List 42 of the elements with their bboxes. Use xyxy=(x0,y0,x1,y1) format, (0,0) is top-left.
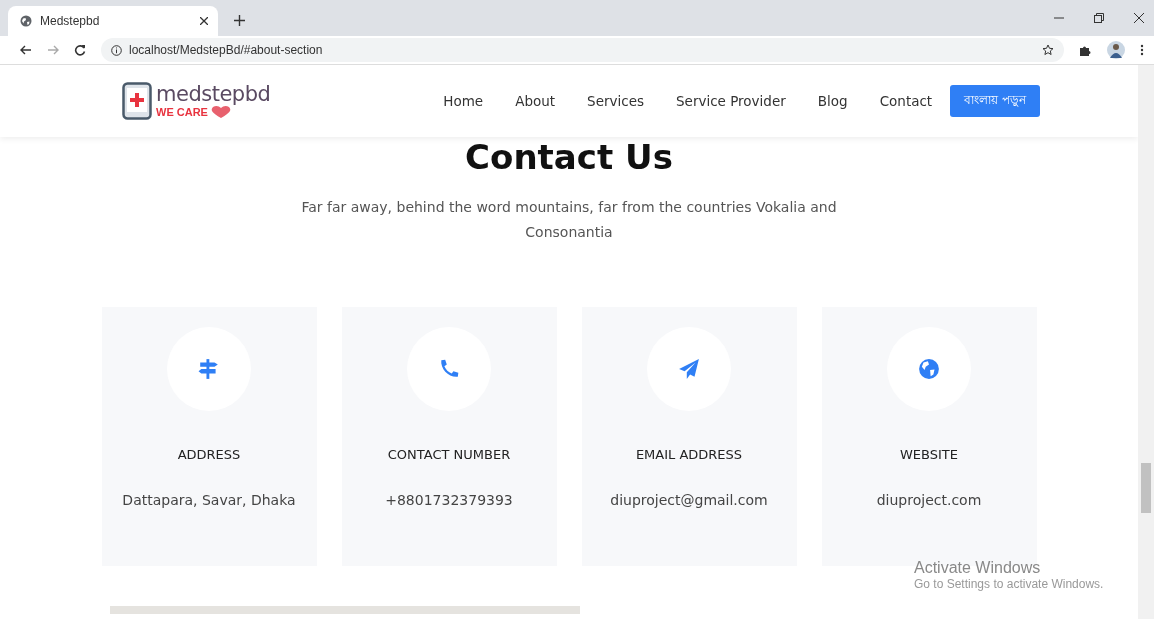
phone-icon xyxy=(438,358,460,380)
close-tab-icon[interactable] xyxy=(200,17,208,25)
back-arrow-icon[interactable] xyxy=(20,44,32,56)
card-value: diuproject@gmail.com xyxy=(610,491,768,510)
close-window-icon[interactable] xyxy=(1134,13,1144,23)
scrollbar-thumb[interactable] xyxy=(1141,463,1151,513)
nav-link[interactable]: Services xyxy=(571,93,660,109)
reload-icon[interactable] xyxy=(74,44,86,56)
new-tab-icon[interactable] xyxy=(234,15,245,26)
menu-dots-icon[interactable] xyxy=(1140,44,1144,56)
profile-avatar-icon[interactable] xyxy=(1107,41,1125,59)
nav-link[interactable]: Service Provider xyxy=(660,93,802,109)
globe-icon xyxy=(20,15,32,27)
phone-cross-logo-icon xyxy=(122,82,152,120)
globe-icon xyxy=(918,358,940,380)
section-heading: Contact Us xyxy=(465,137,673,177)
restore-icon[interactable] xyxy=(1094,13,1104,23)
browser-tab[interactable]: Medstepbd xyxy=(8,6,218,36)
card-value: Dattapara, Savar, Dhaka xyxy=(122,491,296,510)
card-value: +8801732379393 xyxy=(385,491,513,510)
card-value: diuproject.com xyxy=(876,491,982,510)
logo-wordmark: medstepbd xyxy=(156,83,271,105)
card-title: WEBSITE xyxy=(900,447,958,462)
star-icon[interactable] xyxy=(1042,44,1054,56)
card-title: CONTACT NUMBER xyxy=(387,447,511,462)
scrollbar[interactable] xyxy=(1138,65,1154,619)
info-icon xyxy=(111,44,122,56)
logo-tagline: WE CARE xyxy=(156,106,208,118)
section-subtitle: Far far away, behind the word mountains, far from the countries Vokalia and Consonantia xyxy=(300,198,838,242)
nav-link[interactable]: Home xyxy=(427,93,500,109)
card-title: ADDRESS xyxy=(177,447,241,462)
nav-link[interactable]: Contact xyxy=(863,93,949,109)
address-bar[interactable]: localhost/MedstepBd/#about-section xyxy=(101,38,1064,62)
card-title: EMAIL ADDRESS xyxy=(635,447,743,462)
nav-link[interactable]: Blog xyxy=(801,93,864,109)
language-button[interactable]: বাংলায় পড়ুন xyxy=(950,85,1040,117)
paper-plane-icon xyxy=(678,358,700,380)
activation-notice-title: Activate Windows xyxy=(914,559,1042,577)
nav-link[interactable]: About xyxy=(499,93,572,109)
activation-notice-hint: Go to Settings to activate Windows. xyxy=(914,577,1104,591)
signpost-icon xyxy=(198,358,220,380)
heart-icon xyxy=(209,105,232,119)
